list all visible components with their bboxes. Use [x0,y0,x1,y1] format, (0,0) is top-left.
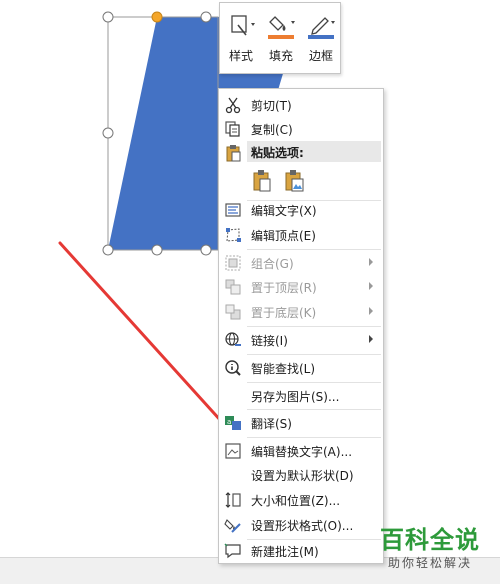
watermark-subtitle: 助你轻松解决 [387,556,472,570]
menu-item-group[interactable]: 组合(G) [219,251,383,275]
menu-item-format-shape[interactable]: 设置形状格式(O)... [219,513,383,537]
adjust-handle[interactable] [151,11,163,23]
menu-label: 另存为图片(S)... [251,390,340,404]
paste-as-picture-button[interactable] [283,169,305,193]
resize-handle[interactable] [102,11,114,23]
translate-icon: a [225,416,241,430]
submenu-arrow-icon [369,282,373,290]
submenu-arrow-icon [369,307,373,315]
menu-label: 大小和位置(Z)... [251,494,341,508]
menu-separator [247,249,381,250]
menu-label: 编辑替换文字(A)... [251,445,353,459]
border-button[interactable]: 边框 [302,7,340,69]
menu-item-copy[interactable]: 复制(C) [219,117,383,141]
paste-keep-formatting-icon [253,170,271,192]
menu-label: 翻译(S) [251,417,292,431]
style-label: 样式 [228,49,253,63]
menu-item-translate[interactable]: a 翻译(S) [219,411,383,435]
edit-text-icon [225,203,241,217]
resize-handle[interactable] [102,127,114,139]
resize-handle[interactable] [200,11,212,23]
menu-item-edit-text[interactable]: 编辑文字(X) [219,198,383,222]
menu-label: 链接(I) [251,334,288,348]
group-icon [225,255,241,271]
menu-item-send-to-back[interactable]: 置于底层(K) [219,300,383,324]
resize-handle[interactable] [200,244,212,256]
menu-item-link[interactable]: 链接(I) [219,328,383,352]
menu-item-cut[interactable]: 剪切(T) [219,93,383,117]
menu-item-smart-lookup[interactable]: 智能查找(L) [219,356,383,380]
menu-label: 复制(C) [251,123,293,137]
menu-label: 置于底层(K) [251,306,317,320]
menu-item-set-default-shape[interactable]: 设置为默认形状(D) [219,463,383,487]
menu-label: 置于顶层(R) [251,281,317,295]
edit-points-icon [226,228,241,242]
fill-button[interactable]: 填充 [262,7,300,69]
menu-item-size-and-position[interactable]: 大小和位置(Z)... [219,488,383,512]
watermark-title: 百科全说 [380,526,480,554]
menu-label: 智能查找(L) [251,362,316,376]
comment-icon [224,543,241,559]
smart-lookup-icon [225,360,241,376]
format-shape-icon [224,519,241,533]
alt-text-icon [225,443,241,459]
menu-separator [247,437,381,438]
menu-item-edit-points[interactable]: 编辑顶点(E) [219,223,383,247]
resize-handle[interactable] [102,244,114,256]
paste-options-header: 粘贴选项: [247,141,381,162]
watermark: 百科全说 助你轻松解决 [369,520,491,578]
fill-label: 填充 [268,49,293,63]
menu-separator [247,354,381,355]
menu-separator [247,326,381,327]
bring-to-front-icon [225,279,241,295]
menu-item-edit-alt-text[interactable]: 编辑替换文字(A)... [219,439,383,463]
menu-separator [247,409,381,410]
menu-label: 剪切(T) [251,99,292,113]
scissors-icon [225,97,241,114]
menu-label: 编辑文字(X) [251,204,317,218]
submenu-arrow-icon [369,335,373,343]
menu-label: 编辑顶点(E) [251,229,316,243]
submenu-arrow-icon [369,258,373,266]
menu-item-save-as-picture[interactable]: 另存为图片(S)... [219,384,383,408]
resize-handle[interactable] [151,244,163,256]
copy-icon [225,121,240,137]
menu-label: 设置为默认形状(D) [251,469,354,483]
menu-item-bring-to-front[interactable]: 置于顶层(R) [219,275,383,299]
size-position-icon [225,492,241,508]
paint-bucket-icon [268,16,295,39]
style-button[interactable]: 样式 [222,7,260,69]
svg-text:a: a [227,418,231,426]
menu-label: 设置形状格式(O)... [251,519,354,533]
border-label: 边框 [308,49,333,63]
paste-options-label: 粘贴选项: [251,146,304,160]
menu-label: 组合(G) [251,257,294,271]
mini-toolbar: 样式 填充 边框 [219,2,341,74]
menu-separator [247,382,381,383]
paste-keep-source-button[interactable] [251,169,273,193]
shape-style-icon [231,15,255,36]
context-menu: 剪切(T) 复制(C) 粘贴选项: 编辑文字(X) 编辑顶点(E) 组合(G) … [218,88,384,564]
pen-icon [308,17,335,39]
menu-item-new-comment[interactable]: 新建批注(M) [219,539,383,563]
clipboard-icon [226,145,241,162]
paste-picture-icon [285,170,304,192]
menu-label: 新建批注(M) [251,545,319,559]
send-to-back-icon [225,304,241,320]
globe-link-icon [225,332,241,346]
